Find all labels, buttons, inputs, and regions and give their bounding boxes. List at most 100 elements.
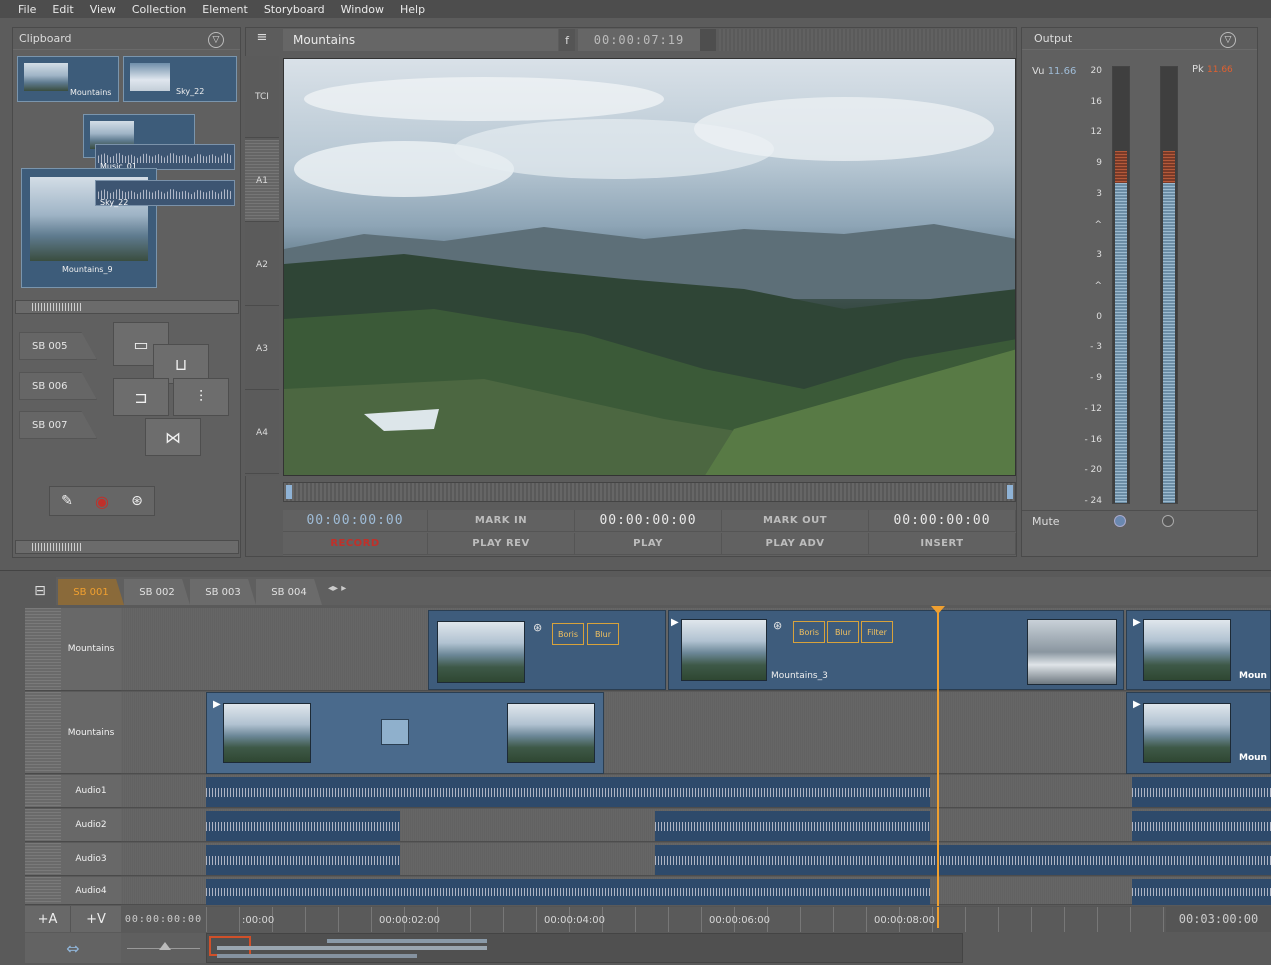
play-adv-button[interactable]: PLAY ADV [722, 533, 869, 555]
transition-icon[interactable] [381, 719, 409, 745]
video-preview[interactable] [283, 58, 1016, 476]
track-a1[interactable]: A1 [245, 140, 279, 222]
timeline-ruler[interactable] [206, 906, 1166, 932]
ruler-tick: 00:00:06:00 [709, 915, 771, 926]
tab-sb002[interactable]: SB 002 [124, 579, 190, 605]
tab-sb004[interactable]: SB 004 [256, 579, 322, 605]
playhead-top-marker[interactable] [931, 606, 945, 614]
vu-meter-right [1160, 66, 1178, 504]
playhead[interactable] [937, 608, 939, 928]
audio-clip[interactable] [206, 811, 400, 841]
tool-strip: ✎ ◉ ⊛ [49, 486, 155, 516]
menu-view[interactable]: View [82, 3, 124, 16]
split-icon[interactable]: ⋈ [145, 418, 201, 456]
transport-controls: 00:00:00:00 MARK IN 00:00:00:00 MARK OUT… [283, 510, 1016, 556]
current-timecode: 00:00:00:00 [575, 510, 722, 532]
video-clip-right-1[interactable]: ▶ Moun [1126, 610, 1271, 690]
play-rev-button[interactable]: PLAY REV [428, 533, 575, 555]
track-tci[interactable]: TCI [245, 56, 279, 138]
timecode-toggle[interactable] [700, 29, 716, 51]
clipboard-title: Clipboard [19, 32, 72, 45]
ruler-tick: 00:00:02:00 [379, 915, 441, 926]
stack-icon[interactable]: ≡ [249, 30, 275, 50]
audio-clip[interactable] [206, 879, 930, 905]
audio-clip[interactable] [1132, 777, 1271, 807]
clip-label: Mountains_9 [62, 265, 113, 274]
audio-clip[interactable] [206, 777, 930, 807]
record-icon[interactable]: ◉ [95, 492, 109, 511]
menu-collection[interactable]: Collection [124, 3, 194, 16]
clipboard-clip-sky[interactable]: Sky_22 [123, 56, 237, 102]
mark-out-button[interactable]: MARK OUT [722, 510, 869, 532]
menu-element[interactable]: Element [194, 3, 256, 16]
add-video-button[interactable]: +V [71, 906, 121, 932]
preview-timecode: 00:00:07:19 [578, 29, 700, 51]
audio-clip[interactable] [206, 845, 400, 875]
trim-icon[interactable]: ⊐ [113, 378, 169, 416]
meter-scale-label: 16 [1090, 96, 1102, 107]
menu-window[interactable]: Window [333, 3, 392, 16]
mute-right-radio[interactable] [1162, 515, 1174, 527]
audio-row-3-head: Audio3 [25, 843, 121, 876]
fit-timeline-icon[interactable]: ⇔ [25, 933, 121, 963]
reel-icon[interactable]: ⊛ [131, 493, 143, 509]
clipboard-audio-music[interactable]: Music_01 [95, 144, 235, 171]
effect-icon[interactable]: ⊛ [533, 621, 542, 634]
menu-file[interactable]: File [10, 3, 44, 16]
mute-left-radio[interactable] [1114, 515, 1126, 527]
fx-boris[interactable]: Boris [552, 623, 584, 645]
menu-storyboard[interactable]: Storyboard [256, 3, 333, 16]
fx-boris[interactable]: Boris [793, 621, 825, 643]
record-button[interactable]: RECORD [283, 533, 428, 555]
clapper-icon[interactable]: ⊟ [25, 577, 55, 605]
tab-sb001[interactable]: SB 001 [58, 579, 124, 605]
pk-label: Pk [1192, 64, 1204, 75]
clipboard-scrollbar[interactable] [15, 300, 239, 314]
tab-sb003[interactable]: SB 003 [190, 579, 256, 605]
fx-blur[interactable]: Blur [827, 621, 859, 643]
track-a2[interactable]: A2 [245, 224, 279, 306]
meter-scale-label: ^ [1094, 219, 1102, 230]
fx-blur[interactable]: Blur [587, 623, 619, 645]
audio-clip[interactable] [1132, 879, 1271, 905]
clipboard-clip-mountains[interactable]: Mountains [17, 56, 119, 102]
menubar: File Edit View Collection Element Storyb… [0, 0, 1271, 18]
storyboard-sb007[interactable]: SB 007 [19, 411, 97, 439]
storyboard-sb006[interactable]: SB 006 [19, 372, 97, 400]
tab-scroll-icon[interactable]: ◂▸ ▸ [328, 583, 346, 594]
audio-clip[interactable] [655, 845, 1271, 875]
video-clip[interactable]: ⊛ Boris Blur [428, 610, 666, 690]
clipboard-audio-sky[interactable]: Sky_22 [95, 180, 235, 207]
insert-button[interactable]: INSERT [869, 533, 1016, 555]
fx-filter[interactable]: Filter [861, 621, 893, 643]
tools-scrollbar[interactable] [15, 540, 239, 554]
f-button[interactable]: f [559, 29, 575, 51]
audio-clip[interactable] [1132, 811, 1271, 841]
video-clip-mountains-row2[interactable]: ▶ [206, 692, 604, 774]
meter-scale-label: ^ [1094, 281, 1102, 291]
mark-in-button[interactable]: MARK IN [428, 510, 575, 532]
play-button[interactable]: PLAY [575, 533, 722, 555]
clipboard-filter-icon[interactable]: ▽ [208, 32, 224, 48]
effect-icon[interactable]: ⊛ [773, 619, 782, 632]
track-a3[interactable]: A3 [245, 308, 279, 390]
timeline-overview[interactable] [206, 933, 963, 963]
vu-readout: Vu 11.66 [1032, 66, 1076, 77]
video-row-2-label: Mountains [61, 692, 121, 773]
meter-scale-label: - 16 [1084, 434, 1102, 445]
video-clip-right-2[interactable]: ▶ Moun [1126, 692, 1271, 774]
storyboard-sb005[interactable]: SB 005 [19, 332, 97, 360]
menu-help[interactable]: Help [392, 3, 433, 16]
meter-scale-label: 12 [1090, 127, 1102, 138]
mixer-icon[interactable]: ⫶ [173, 378, 229, 416]
jog-shuttle-bar[interactable] [283, 482, 1016, 502]
clip-name: Moun [1239, 671, 1267, 681]
audio-clip[interactable] [655, 811, 930, 841]
add-audio-button[interactable]: +A [25, 906, 71, 932]
zoom-slider[interactable] [121, 933, 206, 963]
output-filter-icon[interactable]: ▽ [1220, 32, 1236, 48]
track-a4[interactable]: A4 [245, 392, 279, 474]
menu-edit[interactable]: Edit [44, 3, 81, 16]
video-clip-mountains3[interactable]: ▶ ⊛ Boris Blur Filter Mountains_3 [668, 610, 1124, 690]
magic-wand-icon[interactable]: ✎ [61, 493, 73, 509]
